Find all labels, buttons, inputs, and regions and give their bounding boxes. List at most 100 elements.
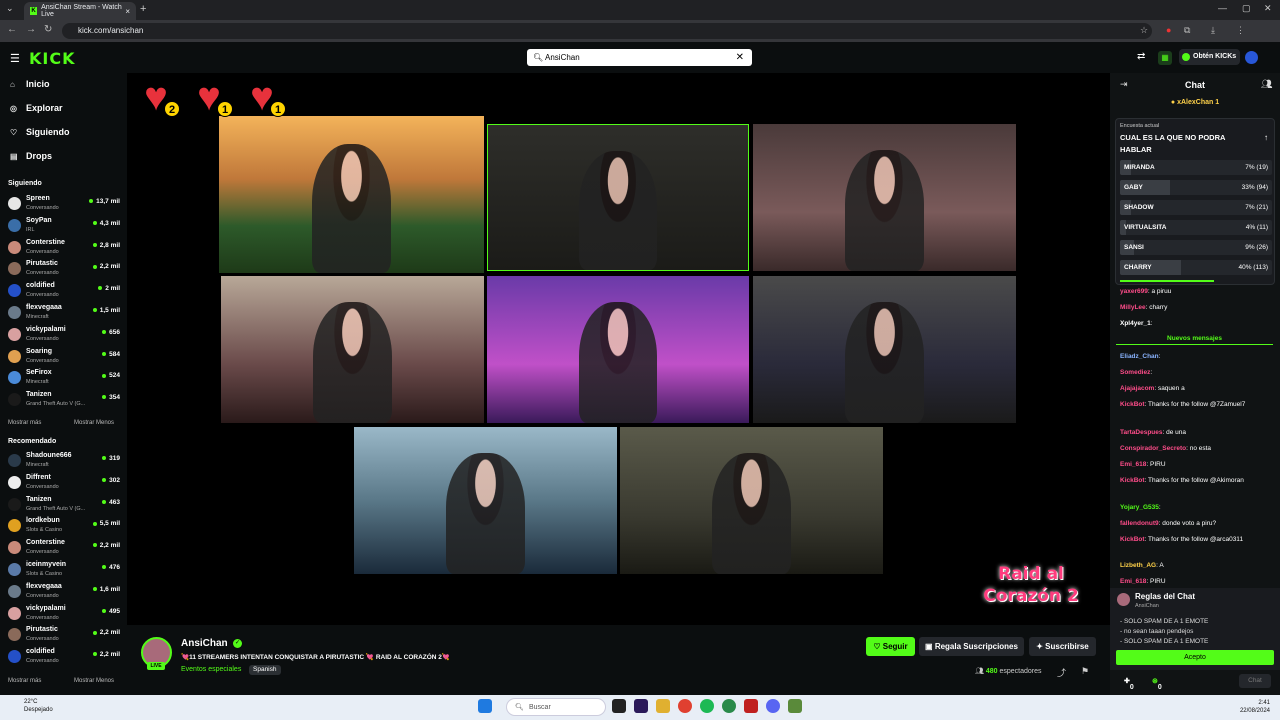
sidebar-channel[interactable]: vickypalami Conversando 495: [8, 604, 120, 624]
poll-option[interactable]: VIRTUALSITA 4% (11): [1120, 220, 1272, 235]
window-close-icon[interactable]: ✕: [1264, 3, 1272, 14]
send-chat-button[interactable]: Chat: [1239, 674, 1271, 688]
stream-cam-tile[interactable]: [487, 124, 749, 271]
taskbar-search[interactable]: 🔍︎ Buscar: [506, 698, 606, 716]
accept-rules-button[interactable]: Acepto: [1116, 650, 1274, 665]
chat-username[interactable]: MillyLee: [1120, 304, 1146, 311]
chat-username[interactable]: yaxer699: [1120, 288, 1148, 295]
stream-cam-tile[interactable]: [219, 116, 484, 273]
stream-cam-tile[interactable]: [753, 124, 1016, 271]
start-icon[interactable]: [478, 699, 492, 713]
search-input[interactable]: 🔍︎ AnsiChan ✕: [527, 49, 752, 66]
bookmark-star-icon[interactable]: ☆: [1140, 25, 1148, 36]
chat-username[interactable]: Lizbeth_AG: [1120, 562, 1156, 569]
sidebar-channel[interactable]: Diffrent Conversando 302: [8, 473, 120, 493]
show-less-recommended[interactable]: Mostrar Menos: [74, 678, 114, 684]
system-clock[interactable]: 2:41 22/08/2024: [1240, 699, 1270, 715]
sidebar-channel[interactable]: flexvegaaa Minecraft 1,5 mil: [8, 303, 120, 323]
chat-username[interactable]: Emi_618: [1120, 578, 1146, 585]
kicks-balance[interactable]: ⊛ 0: [1152, 677, 1162, 691]
stream-cam-tile[interactable]: [354, 427, 617, 574]
report-icon[interactable]: ⚑: [1081, 666, 1089, 677]
get-kicks-button[interactable]: Obtén KICKs: [1179, 49, 1240, 65]
minecraft-icon[interactable]: [788, 699, 802, 713]
chat-username[interactable]: fallendonut9: [1120, 520, 1159, 527]
chat-username[interactable]: Ajajajacom: [1120, 385, 1154, 392]
channel-points[interactable]: ✚ 0: [1124, 677, 1134, 691]
sidebar-channel[interactable]: vickypalami Conversando 656: [8, 325, 120, 345]
chat-users-icon[interactable]: 👥︎: [1261, 79, 1272, 90]
stream-cam-tile[interactable]: [487, 276, 749, 423]
chat-username[interactable]: Conspirador_Secreto: [1120, 445, 1186, 452]
task-view-icon[interactable]: [612, 699, 626, 713]
sidebar-channel[interactable]: flexvegaaa Conversando 1,6 mil: [8, 582, 120, 602]
subscribe-button[interactable]: ✦ Suscribirse: [1029, 637, 1096, 656]
discord-icon[interactable]: [766, 699, 780, 713]
stream-cam-tile[interactable]: [620, 427, 883, 574]
download-icon[interactable]: ⤓: [1211, 25, 1215, 36]
chat-username[interactable]: Somediez: [1120, 369, 1150, 376]
sidebar-nav-drops[interactable]: ▤ Drops: [10, 151, 52, 161]
stream-category[interactable]: Eventos especiales: [181, 666, 241, 673]
language-tag[interactable]: Spanish: [249, 665, 281, 675]
chat-username[interactable]: KickBot: [1120, 401, 1145, 408]
show-less-following[interactable]: Mostrar Menos: [74, 420, 114, 426]
extensions-icon[interactable]: ⧉: [1184, 25, 1190, 36]
follow-button[interactable]: ♡ Seguir: [866, 637, 915, 656]
poll-option[interactable]: CHARRY 40% (113): [1120, 260, 1272, 275]
sidebar-channel[interactable]: Spreen Conversando 13,7 mil: [8, 194, 120, 214]
sidebar-nav-siguiendo[interactable]: ♡ Siguiendo: [10, 127, 70, 137]
gift-subs-button[interactable]: ▣ Regala Suscripciones: [919, 637, 1024, 656]
store-icon[interactable]: ▦: [1158, 51, 1172, 65]
sidebar-channel[interactable]: lordkebun Slots & Casino 5,5 mil: [8, 516, 120, 536]
poll-option[interactable]: SANSI 9% (26): [1120, 240, 1272, 255]
show-more-recommended[interactable]: Mostrar más: [8, 678, 41, 684]
sidebar-nav-inicio[interactable]: ⌂ Inicio: [10, 79, 50, 89]
minimize-icon[interactable]: —: [1218, 3, 1227, 13]
sidebar-channel[interactable]: coldified Conversando 2 mil: [8, 281, 120, 301]
clear-search-icon[interactable]: ✕: [736, 49, 744, 66]
browser-menu-icon[interactable]: ⋮: [1236, 25, 1245, 36]
sidebar-channel[interactable]: Tanizen Grand Theft Auto V (G... 354: [8, 390, 120, 410]
url-field[interactable]: kick.com/ansichan: [62, 23, 1152, 39]
collapse-poll-icon[interactable]: ↑: [1264, 133, 1268, 142]
stream-cam-tile[interactable]: [753, 276, 1016, 423]
sidebar-channel[interactable]: Conterstine Conversando 2,8 mil: [8, 238, 120, 258]
sidebar-channel[interactable]: Pirutastic Conversando 2,2 mil: [8, 259, 120, 279]
xbox-icon[interactable]: [722, 699, 736, 713]
sidebar-channel[interactable]: SeFirox Minecraft 524: [8, 368, 120, 388]
kick-logo[interactable]: KICK: [29, 49, 76, 68]
app-icon[interactable]: [744, 699, 758, 713]
premiere-icon[interactable]: [634, 699, 648, 713]
back-icon[interactable]: ←: [7, 24, 17, 35]
chat-username[interactable]: TartaDespues: [1120, 429, 1163, 436]
poll-option[interactable]: MIRANDA 7% (19): [1120, 160, 1272, 175]
sidebar-channel[interactable]: Pirutastic Conversando 2,2 mil: [8, 625, 120, 645]
sidebar-channel[interactable]: Conterstine Conversando 2,2 mil: [8, 538, 120, 558]
chat-username[interactable]: Yojary_G535: [1120, 504, 1159, 511]
chrome-icon[interactable]: [678, 699, 692, 713]
sidebar-channel[interactable]: iceinmyvein Slots & Casino 476: [8, 560, 120, 580]
maximize-icon[interactable]: ▢: [1242, 3, 1251, 14]
channel-name[interactable]: AnsiChan: [181, 638, 228, 649]
chat-username[interactable]: Emi_618: [1120, 461, 1146, 468]
weather-widget[interactable]: 22°C Despejado: [24, 698, 53, 714]
share-icon[interactable]: ⤴: [1057, 666, 1066, 679]
sidebar-channel[interactable]: Soaring Conversando 584: [8, 347, 120, 367]
browser-tab[interactable]: K AnsiChan Stream - Watch Live ×: [24, 2, 136, 20]
sidebar-channel[interactable]: Tanizen Grand Theft Auto V (G... 463: [8, 495, 120, 515]
poll-option[interactable]: SHADOW 7% (21): [1120, 200, 1272, 215]
chat-username[interactable]: Eliadz_Chan: [1120, 353, 1159, 360]
tab-close-icon[interactable]: ×: [125, 7, 130, 16]
forward-icon[interactable]: →: [26, 24, 36, 35]
poll-option[interactable]: GABY 33% (94): [1120, 180, 1272, 195]
tab-list-icon[interactable]: ⌄: [6, 3, 14, 14]
user-avatar[interactable]: [1245, 51, 1258, 64]
chat-username[interactable]: KickBot: [1120, 477, 1145, 484]
reload-icon[interactable]: ↻: [44, 24, 52, 35]
sidebar-channel[interactable]: coldified Conversando 2,2 mil: [8, 647, 120, 667]
chat-username[interactable]: Xpl4yer_1: [1120, 320, 1151, 327]
translate-icon[interactable]: ⇄: [1137, 51, 1145, 62]
extension-icon[interactable]: ●: [1166, 25, 1171, 35]
sidebar-channel[interactable]: Shadoune666 Minecraft 319: [8, 451, 120, 471]
